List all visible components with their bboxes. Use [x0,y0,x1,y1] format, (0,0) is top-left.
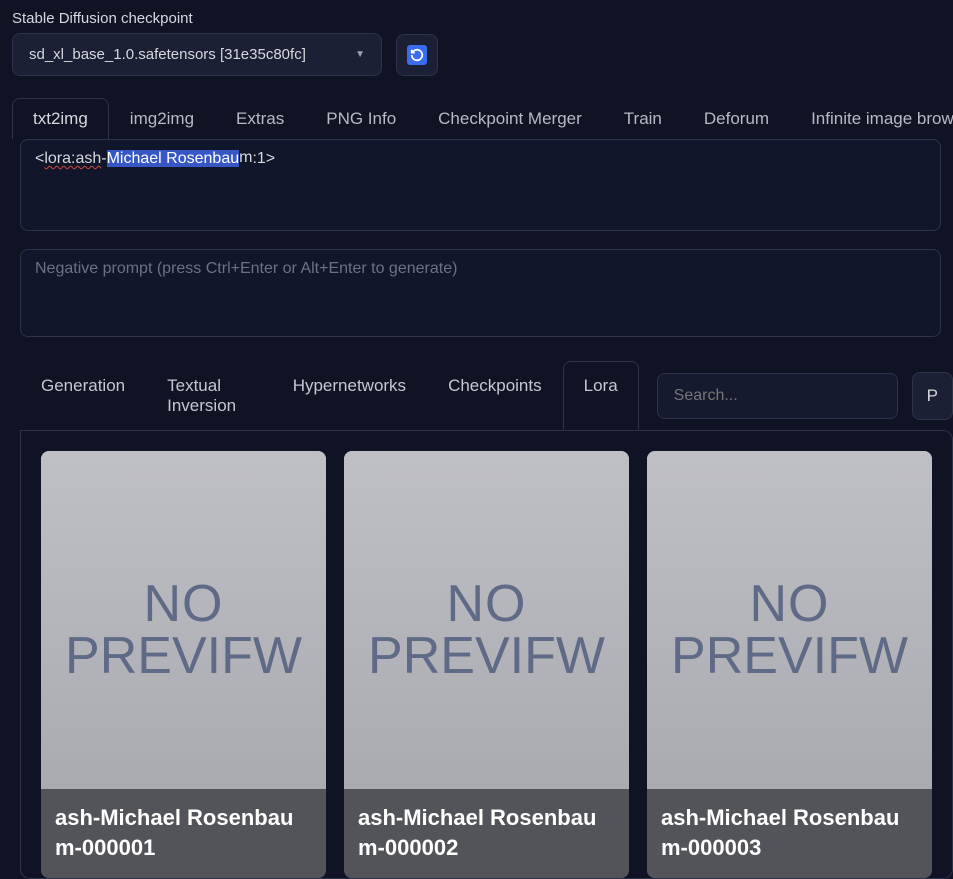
extra-networks-tabs: Generation Textual Inversion Hypernetwor… [20,361,639,430]
tab-generation[interactable]: Generation [20,361,146,430]
tab-txt2img[interactable]: txt2img [12,98,109,139]
refresh-icon [407,45,427,65]
prompt-caret-char: m [239,149,252,166]
tab-checkpoint-merger[interactable]: Checkpoint Merger [417,98,603,139]
tab-textual-inversion[interactable]: Textual Inversion [146,361,272,430]
tab-train[interactable]: Train [603,98,683,139]
checkpoint-dropdown[interactable]: sd_xl_base_1.0.safetensors [31e35c80fc] … [12,33,382,76]
card-label: ash-Michael Rosenbaum-000003 [647,789,932,878]
negative-prompt-input[interactable]: Negative prompt (press Ctrl+Enter or Alt… [20,249,941,337]
chevron-down-icon: ▼ [355,49,365,60]
prompt-suffix: :1> [252,150,275,167]
tab-checkpoints[interactable]: Checkpoints [427,361,563,430]
prompt-word1: lora:ash [44,150,101,167]
lora-card[interactable]: NO PREVIFW ash-Michael Rosenbaum-000002 [344,451,629,878]
card-thumbnail: NO PREVIFW [41,451,326,789]
tab-lora[interactable]: Lora [563,361,639,430]
main-tabs: txt2img img2img Extras PNG Info Checkpoi… [12,98,953,139]
search-input[interactable] [657,373,898,419]
lora-gallery: NO PREVIFW ash-Michael Rosenbaum-000001 … [20,430,953,879]
tab-pnginfo[interactable]: PNG Info [305,98,417,139]
negative-placeholder: Negative prompt (press Ctrl+Enter or Alt… [35,260,457,277]
card-thumbnail: NO PREVIFW [344,451,629,789]
tab-deforum[interactable]: Deforum [683,98,790,139]
prompt-input[interactable]: <lora:ash-Michael Rosenbaum:1> [20,139,941,231]
tab-hypernetworks[interactable]: Hypernetworks [272,361,427,430]
lora-card[interactable]: NO PREVIFW ash-Michael Rosenbaum-000003 [647,451,932,878]
no-preview-text: NO PREVIFW [368,578,605,682]
prompt-selection: Michael Rosenbau [107,150,240,167]
refresh-checkpoint-button[interactable] [396,34,438,76]
prompt-dash: - [101,150,106,167]
lora-card[interactable]: NO PREVIFW ash-Michael Rosenbaum-000001 [41,451,326,878]
side-button[interactable]: P [912,372,953,420]
card-thumbnail: NO PREVIFW [647,451,932,789]
tab-infinite-image-browsing[interactable]: Infinite image browsing [790,98,953,139]
no-preview-text: NO PREVIFW [671,578,908,682]
no-preview-text: NO PREVIFW [65,578,302,682]
checkpoint-value: sd_xl_base_1.0.safetensors [31e35c80fc] [29,46,306,63]
tab-img2img[interactable]: img2img [109,98,215,139]
card-label: ash-Michael Rosenbaum-000002 [344,789,629,878]
tab-extras[interactable]: Extras [215,98,305,139]
prompt-prefix: < [35,150,44,167]
card-label: ash-Michael Rosenbaum-000001 [41,789,326,878]
checkpoint-label: Stable Diffusion checkpoint [12,10,941,27]
